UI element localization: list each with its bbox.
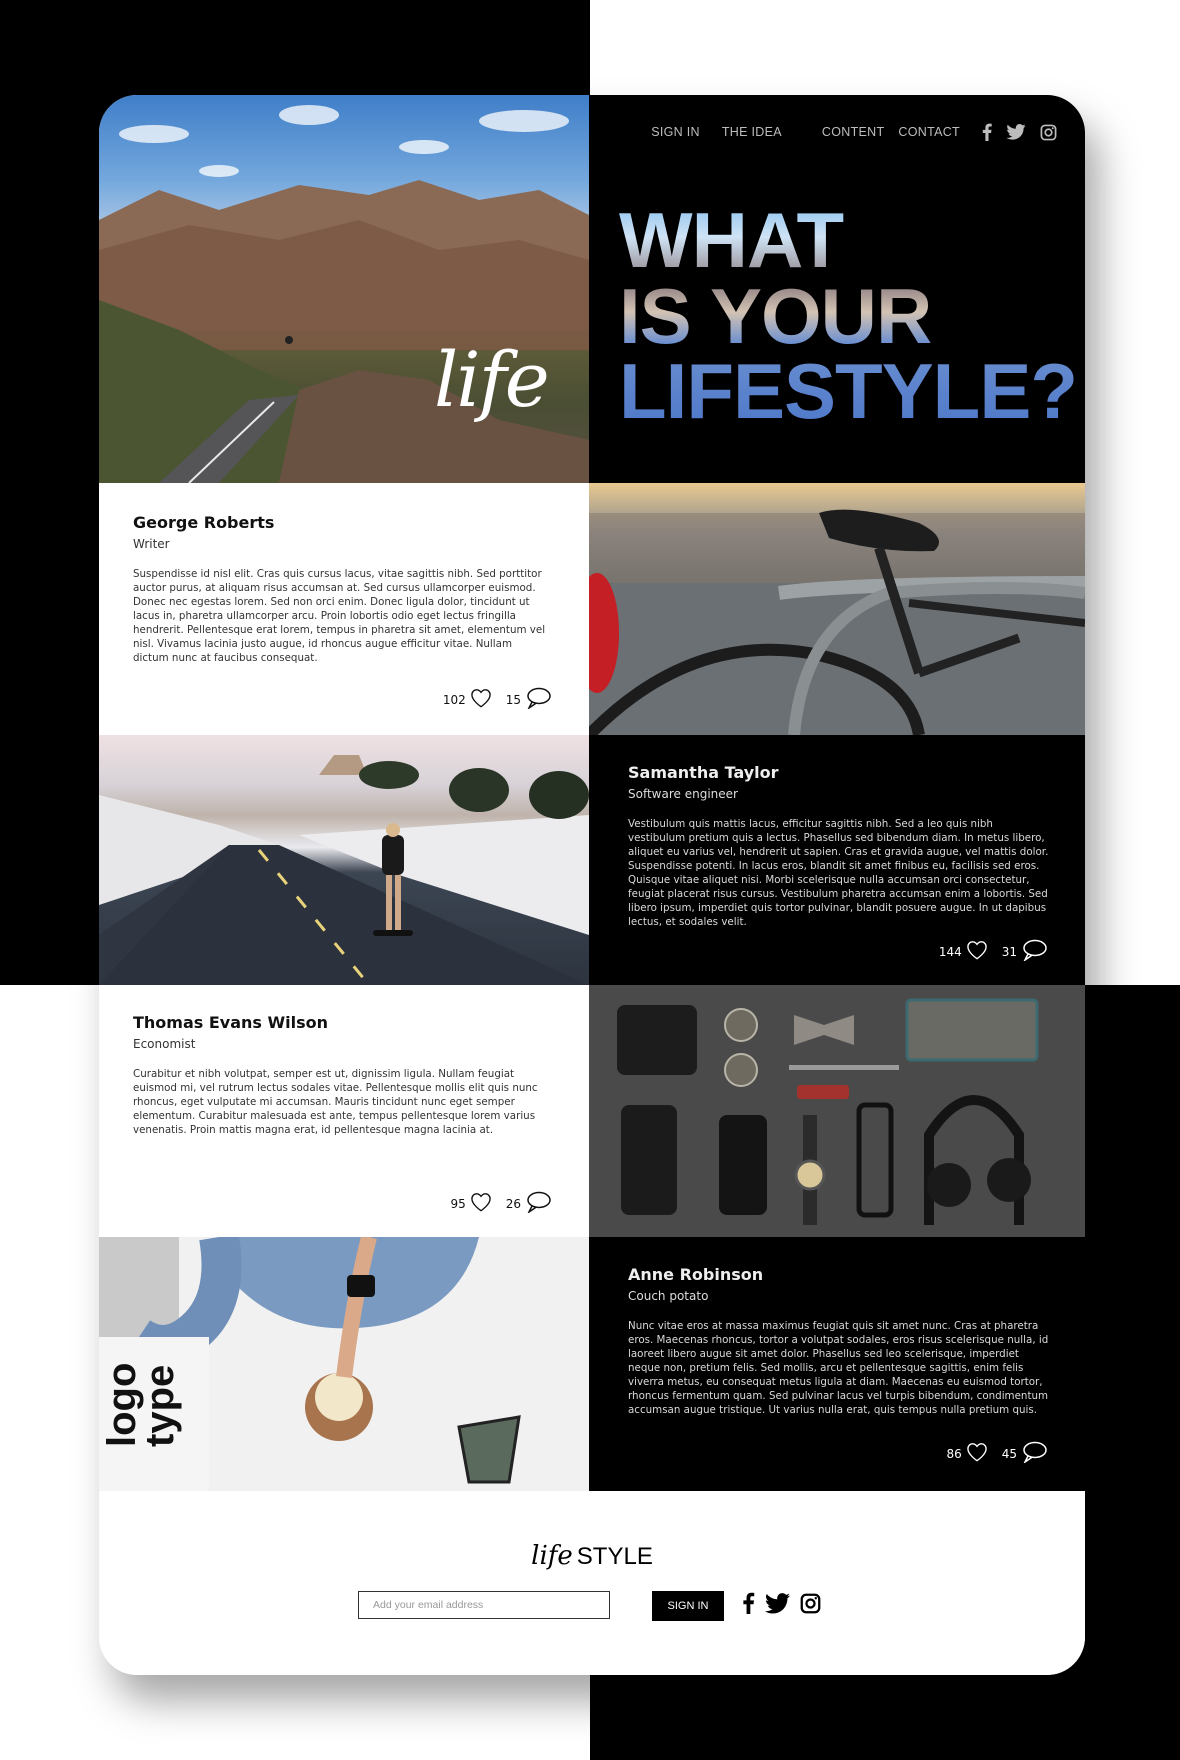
comment-bubble-icon[interactable] — [525, 1191, 551, 1216]
nav-content[interactable]: CONTENT — [822, 125, 885, 139]
profile-stats: 144 31 — [939, 939, 1047, 964]
hero-headline: WHAT IS YOUR LIFESTYLE? — [619, 203, 1077, 430]
likes-count: 95 — [450, 1196, 466, 1211]
instagram-icon[interactable] — [1040, 124, 1057, 141]
nav-the-idea[interactable]: THE IDEA — [722, 125, 782, 139]
likes-count: 144 — [938, 944, 962, 959]
email-input[interactable] — [358, 1591, 610, 1619]
comments-count: 45 — [1001, 1446, 1017, 1461]
headline-line-2: IS YOUR — [619, 271, 932, 360]
hero-landscape-image: life — [99, 95, 589, 483]
bicycle-photo — [589, 483, 1085, 735]
nav-social — [982, 123, 1057, 141]
facebook-icon[interactable] — [982, 123, 992, 141]
profile-card-george: George Roberts Writer Suspendisse id nis… — [99, 483, 589, 735]
profile-role: Writer — [133, 537, 170, 551]
hero-life-script: life — [434, 335, 550, 424]
footer-logo: life STYLE — [99, 1541, 1085, 1571]
footer-sign-in-button[interactable]: SIGN IN — [652, 1591, 724, 1621]
page-card: life SIGN IN THE IDEA CONTENT CONTACT WH… — [99, 95, 1085, 1675]
top-nav: SIGN IN THE IDEA CONTENT CONTACT — [629, 123, 1057, 141]
comment-bubble-icon[interactable] — [1021, 1441, 1047, 1466]
profile-name: Anne Robinson — [628, 1265, 764, 1284]
comment-bubble-icon[interactable] — [525, 687, 551, 712]
profile-body: Nunc vitae eros at massa maximus feugiat… — [628, 1320, 1049, 1416]
skateboarder-photo — [99, 735, 589, 985]
profile-card-thomas: Thomas Evans Wilson Economist Curabitur … — [99, 985, 589, 1237]
comments-count: 26 — [505, 1196, 521, 1211]
footer: lifeSTYLE SIGN IN — [99, 1491, 1085, 1675]
likes-count: 102 — [442, 692, 466, 707]
heart-icon[interactable] — [470, 1192, 492, 1215]
hero-text-panel: SIGN IN THE IDEA CONTENT CONTACT WHAT IS… — [589, 95, 1085, 483]
profile-stats: 86 45 — [946, 1441, 1047, 1466]
profile-stats: 95 26 — [450, 1191, 551, 1216]
profile-role: Couch potato — [628, 1289, 709, 1303]
popcorn-couch-photo: logo type — [99, 1237, 589, 1491]
comment-bubble-icon[interactable] — [1021, 939, 1047, 964]
heart-icon[interactable] — [966, 1442, 988, 1465]
footer-logo-script: life — [531, 1541, 573, 1571]
comments-count: 15 — [505, 692, 521, 707]
profile-name: George Roberts — [133, 513, 275, 532]
profile-name: Thomas Evans Wilson — [133, 1013, 329, 1032]
likes-count: 86 — [946, 1446, 962, 1461]
heart-icon[interactable] — [966, 940, 988, 963]
twitter-icon[interactable] — [765, 1592, 790, 1614]
logotype-book-text: logo type — [100, 1362, 182, 1447]
accessories-flatlay-photo — [589, 985, 1085, 1237]
instagram-icon[interactable] — [800, 1593, 821, 1614]
nav-contact[interactable]: CONTACT — [898, 125, 960, 139]
profile-body: Curabitur et nibh volutpat, semper est u… — [133, 1068, 538, 1136]
profile-body: Vestibulum quis mattis lacus, efficitur … — [628, 818, 1049, 928]
profile-role: Economist — [133, 1037, 196, 1051]
headline-line-1: WHAT — [619, 196, 844, 284]
profile-role: Software engineer — [628, 787, 738, 801]
facebook-icon[interactable] — [742, 1592, 755, 1614]
comments-count: 31 — [1001, 944, 1017, 959]
footer-social — [742, 1592, 821, 1614]
nav-sign-in[interactable]: SIGN IN — [651, 125, 700, 139]
profile-card-anne: Anne Robinson Couch potato Nunc vitae er… — [589, 1237, 1085, 1491]
twitter-icon[interactable] — [1006, 124, 1026, 140]
heart-icon[interactable] — [470, 688, 492, 711]
headline-line-3: LIFESTYLE? — [619, 347, 1077, 436]
footer-logo-text: STYLE — [576, 1543, 653, 1570]
profile-stats: 102 15 — [443, 687, 551, 712]
profile-name: Samantha Taylor — [628, 763, 779, 782]
profile-card-samantha: Samantha Taylor Software engineer Vestib… — [589, 735, 1085, 985]
profile-body: Suspendisse id nisl elit. Cras quis curs… — [133, 568, 546, 664]
